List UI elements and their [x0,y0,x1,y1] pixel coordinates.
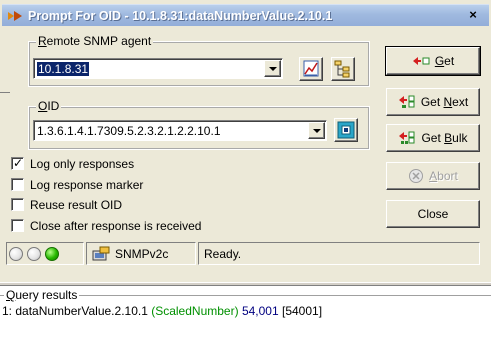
get-next-icon [398,95,416,109]
status-protocol: SNMPv2c [86,242,196,265]
led-on-icon [45,246,59,261]
result-index: 1: [2,304,16,318]
option-label: Close after response is received [30,218,202,233]
splitter[interactable] [0,282,491,286]
get-next-button[interactable]: Get Next [386,88,480,116]
log-only-responses-option[interactable]: ✓ Log only responses [11,156,134,171]
log-only-responses-checkbox[interactable]: ✓ [11,156,24,170]
prompt-oid-dialog: Prompt For OID - 10.1.8.31:dataNumberVal… [0,0,491,282]
oid-legend: OID [36,99,62,113]
chevron-down-icon [313,129,321,133]
close-after-response-checkbox[interactable] [11,219,24,232]
agent-dropdown-button[interactable] [264,60,281,77]
mib-tree-button[interactable] [331,57,355,81]
result-row[interactable]: 1: dataNumberValue.2.10.1 (ScaledNumber)… [2,304,322,318]
status-leds [6,242,84,265]
result-name: dataNumberValue.2.10.1 [15,304,152,318]
result-raw: [54001] [281,304,323,318]
get-bulk-icon [398,131,416,145]
chevron-down-icon [269,67,277,71]
abort-label: Abort [429,169,458,183]
status-message: Ready. [198,242,480,265]
graph-icon [303,60,319,77]
close-button[interactable]: Close [386,200,480,228]
oid-value: 1.3.6.1.4.1.7309.5.2.3.2.1.2.2.10.1 [37,124,221,138]
get-next-label: Get Next [420,95,469,109]
get-label: Get [434,54,455,68]
reuse-result-oid-checkbox[interactable] [11,198,24,211]
close-after-response-option[interactable]: Close after response is received [11,218,201,233]
log-response-marker-checkbox[interactable] [11,178,24,191]
get-button[interactable]: Get [385,46,481,76]
protocol-label: SNMPv2c [115,246,169,261]
window-title: Prompt For OID - 10.1.8.31:dataNumberVal… [28,8,333,23]
led-off-icon [9,246,23,261]
abort-button[interactable]: Abort [386,162,480,190]
option-label: Log response marker [30,177,144,192]
oid-combo[interactable]: 1.3.6.1.4.1.7309.5.2.3.2.1.2.2.10.1 [33,120,327,141]
log-response-marker-option[interactable]: Log response marker [11,177,143,192]
get-icon [412,55,430,67]
get-bulk-button[interactable]: Get Bulk [386,124,480,152]
query-results-label: Query results [4,288,80,302]
query-results-header: Query results [0,289,491,303]
reuse-result-oid-option[interactable]: Reuse result OID [11,197,122,212]
agent-address-combo[interactable]: 10.1.8.31 [33,58,283,79]
get-bulk-label: Get Bulk [421,131,468,145]
snmp-agent-icon [92,246,110,260]
led-off-icon [27,246,41,261]
oid-dropdown-button[interactable] [308,122,325,139]
close-icon[interactable]: × [465,8,481,23]
result-value: 54,001 [241,304,279,318]
left-divider [0,92,10,114]
checkmark-icon: ✓ [13,156,24,170]
snmp-arrow-icon [8,9,24,23]
tree-icon [334,60,350,78]
title-bar[interactable]: Prompt For OID - 10.1.8.31:dataNumberVal… [2,4,489,26]
result-type: (ScaledNumber) [151,304,239,318]
remote-agent-legend: Remote SNMP agent [36,34,154,48]
browse-agent-button[interactable] [299,57,323,81]
option-label: Reuse result OID [30,197,123,212]
oid-picker-button[interactable] [334,118,358,142]
abort-icon [408,168,424,184]
option-label: Log only responses [30,156,135,171]
agent-address-value: 10.1.8.31 [37,62,90,76]
mib-picker-icon [337,121,355,139]
